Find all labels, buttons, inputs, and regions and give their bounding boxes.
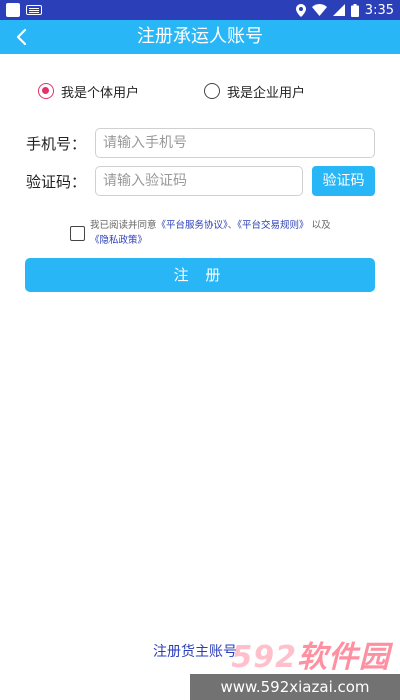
radio-individual[interactable]: 我是个体用户 xyxy=(38,80,139,102)
agree-checkbox[interactable] xyxy=(70,226,85,241)
phone-input[interactable]: 请输入手机号 xyxy=(95,128,375,158)
phone-label: 手机号： xyxy=(26,135,87,153)
agreement-and: 以及 xyxy=(311,220,331,231)
watermark: 592软件园 www.592xiazai.com xyxy=(190,630,400,700)
get-code-button[interactable]: 验证码 xyxy=(312,166,375,196)
code-label: 验证码： xyxy=(26,173,87,191)
radio-individual-label: 我是个体用户 xyxy=(61,85,140,101)
status-bar: 3:35 xyxy=(0,0,400,20)
account-type-selector: 我是个体用户 我是企业用户 xyxy=(38,80,380,102)
signal-icon xyxy=(332,4,345,16)
clock: 3:35 xyxy=(364,2,394,18)
location-icon xyxy=(295,3,306,17)
watermark-url: www.592xiazai.com xyxy=(190,674,400,700)
radio-enterprise[interactable]: 我是企业用户 xyxy=(204,80,305,102)
privacy-policy-link[interactable]: 《隐私政策》 xyxy=(90,235,147,246)
radio-enterprise-label: 我是企业用户 xyxy=(227,85,306,101)
trade-rules-link[interactable]: 《平台交易规则》 xyxy=(237,220,308,231)
battery-icon xyxy=(350,3,359,17)
agreement-text: 我已阅读并同意《平台服务协议》、《平台交易规则》 以及 《隐私政策》 xyxy=(90,218,375,248)
keyboard-icon xyxy=(26,5,42,15)
service-agreement-link[interactable]: 《平台服务协议》 xyxy=(157,220,228,231)
code-input[interactable]: 请输入验证码 xyxy=(95,166,303,196)
agreement-prefix: 我已阅读并同意 xyxy=(90,220,157,231)
watermark-brand: 592软件园 xyxy=(231,640,390,675)
register-button[interactable]: 注 册 xyxy=(25,258,375,292)
app-bar: 注册承运人账号 xyxy=(0,20,400,54)
page-title: 注册承运人账号 xyxy=(137,26,263,47)
notification-icon xyxy=(6,3,20,17)
radio-unchecked-icon xyxy=(204,83,220,99)
radio-checked-icon xyxy=(38,83,54,99)
agreement-separator: 、 xyxy=(227,220,238,231)
wifi-icon xyxy=(311,4,327,16)
